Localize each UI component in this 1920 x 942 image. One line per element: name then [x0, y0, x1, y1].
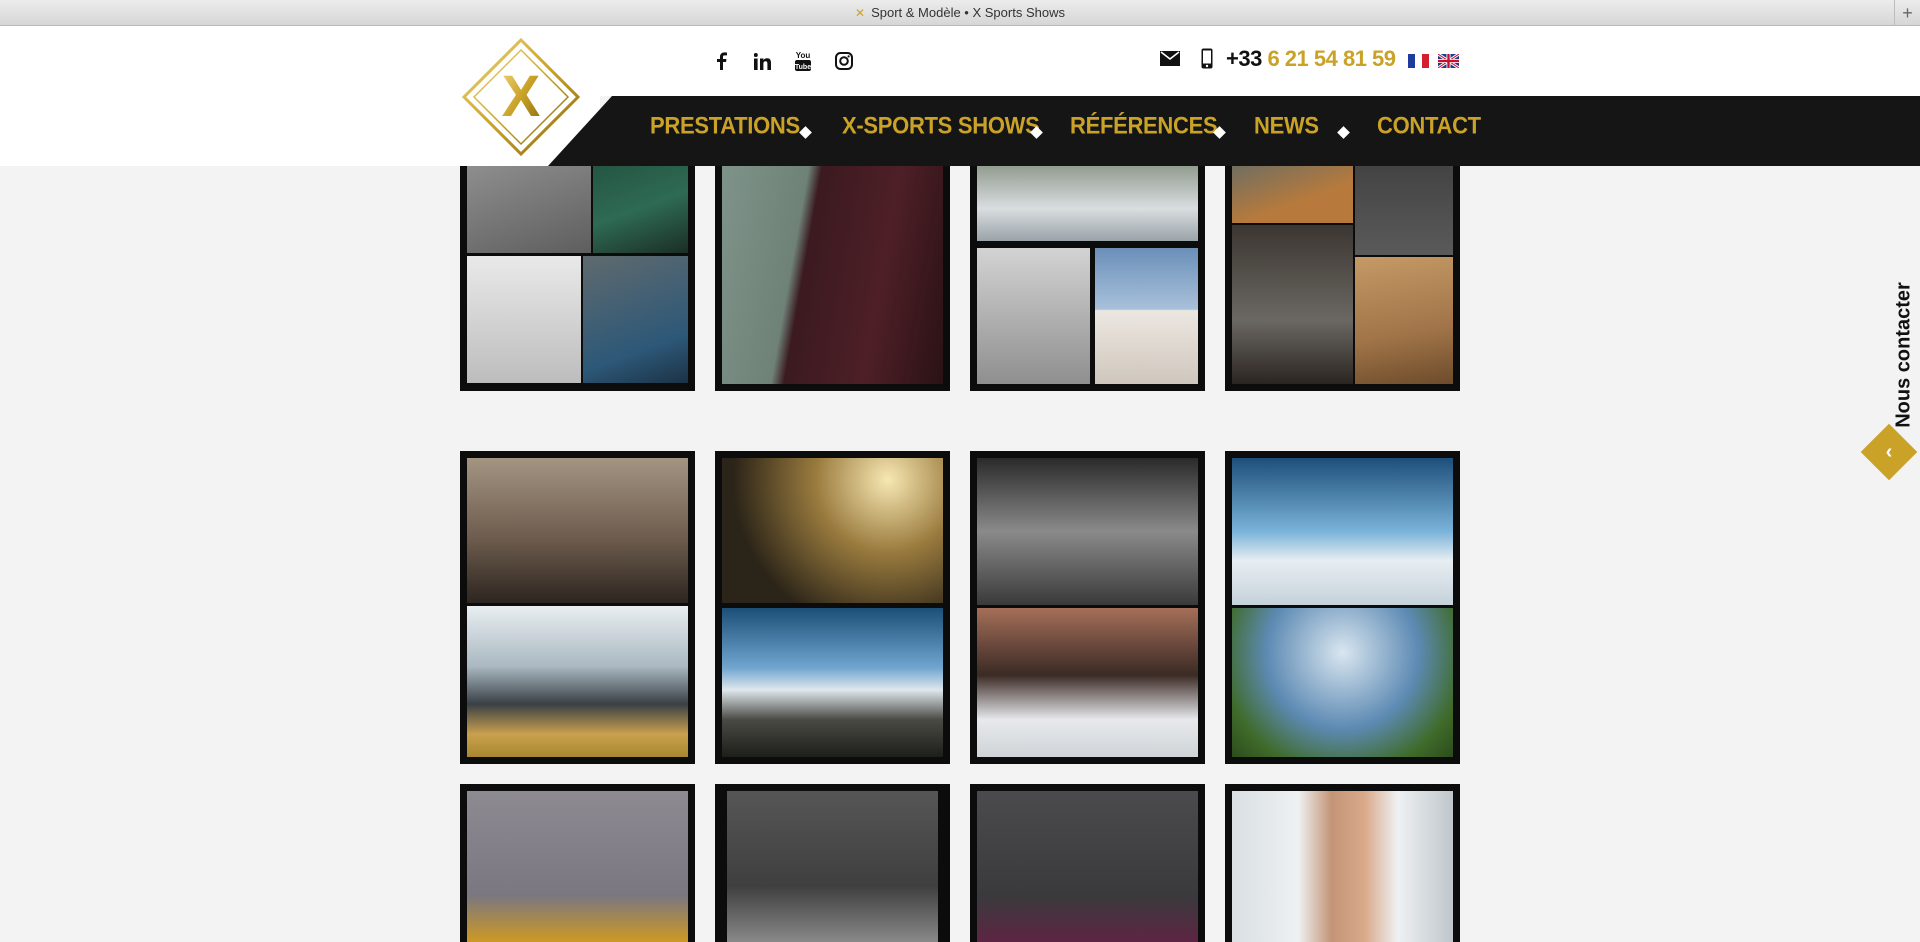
phone-number[interactable]: +33 6 21 54 81 59	[1226, 46, 1396, 72]
new-tab-button[interactable]: +	[1894, 0, 1920, 26]
logo-letter: X	[502, 64, 541, 129]
favicon-icon: ✕	[855, 5, 866, 20]
youtube-icon[interactable]: You Tube	[792, 50, 814, 72]
window-titlebar: ✕ Sport & Modèle • X Sports Shows +	[0, 0, 1920, 26]
facebook-icon[interactable]	[710, 50, 732, 72]
flag-fr-icon[interactable]	[1408, 54, 1429, 68]
gallery-tile-bike-5[interactable]	[1225, 451, 1460, 764]
photo	[1232, 608, 1453, 757]
gallery-tile-bike-1[interactable]	[970, 166, 1205, 391]
photo	[977, 166, 1198, 241]
gallery-tile-fashion-1[interactable]	[460, 166, 695, 391]
photo	[1232, 458, 1453, 605]
header-top-bar	[0, 26, 1920, 96]
photo	[722, 166, 943, 384]
photo	[1355, 257, 1453, 384]
phone-icon	[1201, 48, 1213, 69]
nav-contact[interactable]: CONTACT	[1377, 112, 1481, 140]
nav-references[interactable]: RÉFÉRENCES	[1070, 112, 1218, 140]
side-contact-label: Nous contacter	[1892, 282, 1915, 428]
nav-prestations[interactable]: PRESTATIONS	[650, 112, 800, 140]
phone-digits: 6 21 54 81 59	[1267, 46, 1396, 71]
photo	[467, 256, 581, 383]
window-title: Sport & Modèle • X Sports Shows	[871, 5, 1065, 20]
gallery-tile-outdoor[interactable]	[1225, 166, 1460, 391]
photo	[727, 791, 938, 942]
site-header: X You Tube +33 6 21 54 81 59 PRESTATIONS…	[0, 26, 1920, 166]
photo	[1232, 166, 1353, 223]
photo	[977, 458, 1198, 605]
photo	[977, 791, 1198, 942]
gallery-tile-bike-2[interactable]	[460, 451, 695, 764]
gallery-tile-bike-4[interactable]	[970, 451, 1205, 764]
photo	[722, 458, 943, 603]
photo	[467, 166, 591, 253]
nav-x-sports-shows[interactable]: X-SPORTS SHOWS	[842, 112, 1040, 140]
instagram-icon[interactable]	[833, 50, 855, 72]
photo	[1355, 166, 1453, 255]
gallery-tile-portrait-1[interactable]	[460, 784, 695, 942]
linkedin-icon[interactable]	[751, 50, 773, 72]
svg-text:You: You	[796, 51, 811, 60]
gallery-tile-portrait-2[interactable]	[715, 784, 950, 942]
phone-prefix: +33	[1226, 46, 1262, 71]
photo	[1095, 248, 1198, 384]
photo	[977, 248, 1090, 384]
photo	[467, 606, 688, 757]
photo	[467, 791, 688, 942]
gallery-tile-fashion-2[interactable]	[715, 166, 950, 391]
svg-text:Tube: Tube	[795, 64, 811, 71]
photo	[593, 166, 688, 253]
photo-gallery	[460, 166, 1460, 942]
email-icon[interactable]	[1160, 51, 1180, 66]
gallery-tile-bike-3[interactable]	[715, 451, 950, 764]
chevron-left-icon: ‹	[1885, 440, 1893, 463]
site-logo[interactable]: X	[460, 36, 582, 158]
nav-news[interactable]: NEWS	[1254, 112, 1319, 140]
photo	[467, 458, 688, 603]
flag-en-icon[interactable]	[1438, 54, 1459, 68]
photo	[1232, 225, 1353, 384]
photo	[977, 608, 1198, 757]
gallery-tile-portrait-3[interactable]	[970, 784, 1205, 942]
photo	[583, 256, 688, 383]
photo	[1232, 791, 1453, 942]
gallery-tile-portrait-4[interactable]	[1225, 784, 1460, 942]
side-contact-tab[interactable]: Nous contacter	[1892, 282, 1916, 428]
photo	[722, 608, 943, 757]
